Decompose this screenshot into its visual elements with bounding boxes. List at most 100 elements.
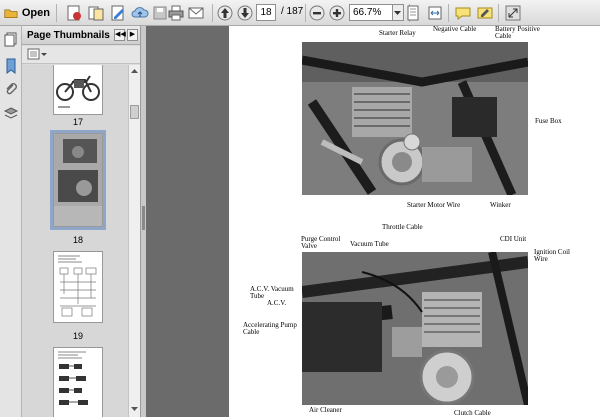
- navigation-pane-strip: [0, 26, 22, 417]
- open-button-label: Open: [21, 7, 50, 19]
- speech-bubble-icon: [455, 7, 471, 20]
- panel-splitter[interactable]: [140, 26, 146, 417]
- zoom-out-button[interactable]: [308, 3, 326, 23]
- folder-icon: [4, 9, 18, 19]
- label-starter-relay: Starter Relay: [379, 29, 416, 37]
- engine-top-image: [302, 42, 528, 195]
- scrollbar-thumb[interactable]: [130, 105, 139, 119]
- engine-photo-bottom: [302, 252, 528, 405]
- thumbnail-scrollbar[interactable]: [128, 65, 140, 417]
- zoom-level-select[interactable]: 66.7%: [349, 4, 393, 21]
- thumbnail-list: 17 18 19: [22, 65, 128, 417]
- page-number-input[interactable]: 18: [256, 4, 276, 21]
- combine-button[interactable]: [86, 3, 106, 23]
- label-vacuum-tube: Vacuum Tube: [350, 240, 389, 248]
- comment-button[interactable]: [452, 3, 474, 23]
- label-negative-cable: Negative Cable: [433, 26, 477, 33]
- fit-width-button[interactable]: [424, 3, 446, 23]
- fit-page-icon: [407, 5, 419, 21]
- label-air-cleaner: Air Cleaner: [309, 406, 342, 414]
- label-acv: A.C.V.: [267, 299, 287, 307]
- label-battery-positive-cable: Battery Positive Cable: [495, 26, 540, 40]
- bookmark-icon: [6, 58, 16, 74]
- minus-circle-icon: [309, 5, 325, 21]
- create-pdf-button[interactable]: [64, 3, 84, 23]
- label-purge-control-valve: Purge Control Valve: [301, 235, 341, 250]
- pages-icon: [4, 32, 17, 47]
- label-fuse-box: Fuse Box: [535, 117, 562, 125]
- chevron-right-icon: ▶: [129, 31, 136, 38]
- engine-page-thumbnail-image: [54, 134, 102, 226]
- label-clutch-cable: Clutch Cable: [454, 409, 491, 417]
- splitter-grip[interactable]: [142, 206, 145, 230]
- document-page: Starter Relay Negative Cable Battery Pos…: [229, 26, 600, 417]
- printer-icon: [168, 5, 184, 21]
- thumbnail-page-19[interactable]: [53, 251, 103, 323]
- double-chevron-left-icon: ◀◀: [115, 31, 126, 38]
- scroll-up-icon[interactable]: [130, 67, 139, 75]
- plus-circle-icon: [329, 5, 345, 21]
- thumbnail-label: 18: [72, 235, 83, 245]
- thumbnail-page-20[interactable]: [53, 347, 103, 417]
- bookmarks-tab[interactable]: [3, 58, 19, 74]
- previous-page-button[interactable]: [216, 3, 234, 23]
- fit-page-button[interactable]: [402, 3, 424, 23]
- expand-icon: [505, 5, 521, 21]
- page-thumbnails-panel: Page Thumbnails ◀◀ ▶ 17 18 19: [22, 26, 140, 417]
- thumbnail-label: 19: [72, 331, 83, 341]
- email-button[interactable]: [186, 3, 206, 23]
- thumbnail-options-bar: [22, 46, 140, 64]
- page-thumbnails-tab[interactable]: [3, 32, 19, 48]
- cloud-upload-icon: [131, 7, 149, 18]
- fit-width-icon: [428, 6, 442, 20]
- engine-bottom-image: [302, 252, 528, 405]
- envelope-icon: [188, 7, 204, 19]
- thumbnail-page-17[interactable]: [53, 65, 103, 115]
- thumbnail-label: 17: [72, 117, 83, 127]
- label-throttle-cable: Throttle Cable: [382, 223, 423, 231]
- label-starter-motor-wire: Starter Motor Wire: [407, 201, 461, 209]
- create-pdf-icon: [67, 5, 81, 21]
- collapse-panel-button[interactable]: ◀◀: [114, 29, 126, 41]
- main-toolbar: Open 18 / 187 66.7%: [0, 0, 600, 26]
- label-accelerating-pump-cable: Accelerating Pump Cable: [243, 321, 297, 336]
- zoom-in-button[interactable]: [328, 3, 346, 23]
- full-screen-button[interactable]: [502, 3, 524, 23]
- open-button[interactable]: Open: [4, 3, 50, 23]
- panel-header: Page Thumbnails ◀◀ ▶: [22, 26, 140, 45]
- options-menu-icon[interactable]: [27, 48, 47, 61]
- print-button[interactable]: [166, 3, 186, 23]
- engine-photo-top: [302, 42, 528, 195]
- upload-button[interactable]: [130, 3, 150, 23]
- chevron-down-icon: [394, 11, 401, 15]
- scroll-down-icon[interactable]: [130, 405, 139, 413]
- sign-button[interactable]: [474, 3, 496, 23]
- toolbar-separator: [56, 4, 57, 22]
- toolbar-separator: [305, 4, 306, 22]
- wiring-diagram-thumbnail-image: [58, 255, 97, 317]
- label-acv-vacuum-tube: A.C.V. Vacuum Tube: [250, 285, 294, 300]
- pencil-page-icon: [111, 5, 124, 21]
- toolbar-separator: [212, 4, 213, 22]
- arrow-down-icon: [237, 5, 253, 21]
- page-total: / 187: [281, 6, 304, 17]
- thumbnail-page-18[interactable]: [50, 130, 106, 230]
- attachments-tab[interactable]: [3, 82, 19, 98]
- sign-pen-icon: [477, 7, 493, 19]
- layers-icon: [3, 107, 19, 119]
- label-cdi-unit: CDI Unit: [500, 235, 527, 243]
- diagram-page-thumbnail-image: [58, 351, 88, 405]
- label-ignition-coil-wire: Ignition Coil Wire: [534, 248, 570, 263]
- close-panel-button[interactable]: ▶: [127, 29, 138, 41]
- toolbar-separator: [448, 4, 449, 22]
- toolbar-separator: [498, 4, 499, 22]
- arrow-up-icon: [217, 5, 233, 21]
- next-page-button[interactable]: [236, 3, 254, 23]
- motorcycle-thumbnail-image: [56, 75, 100, 108]
- edit-button[interactable]: [108, 3, 128, 23]
- paperclip-icon: [6, 83, 17, 95]
- panel-title: Page Thumbnails: [27, 30, 110, 41]
- layers-tab[interactable]: [3, 106, 19, 122]
- label-winker: Winker: [490, 201, 511, 209]
- combine-icon: [88, 6, 104, 21]
